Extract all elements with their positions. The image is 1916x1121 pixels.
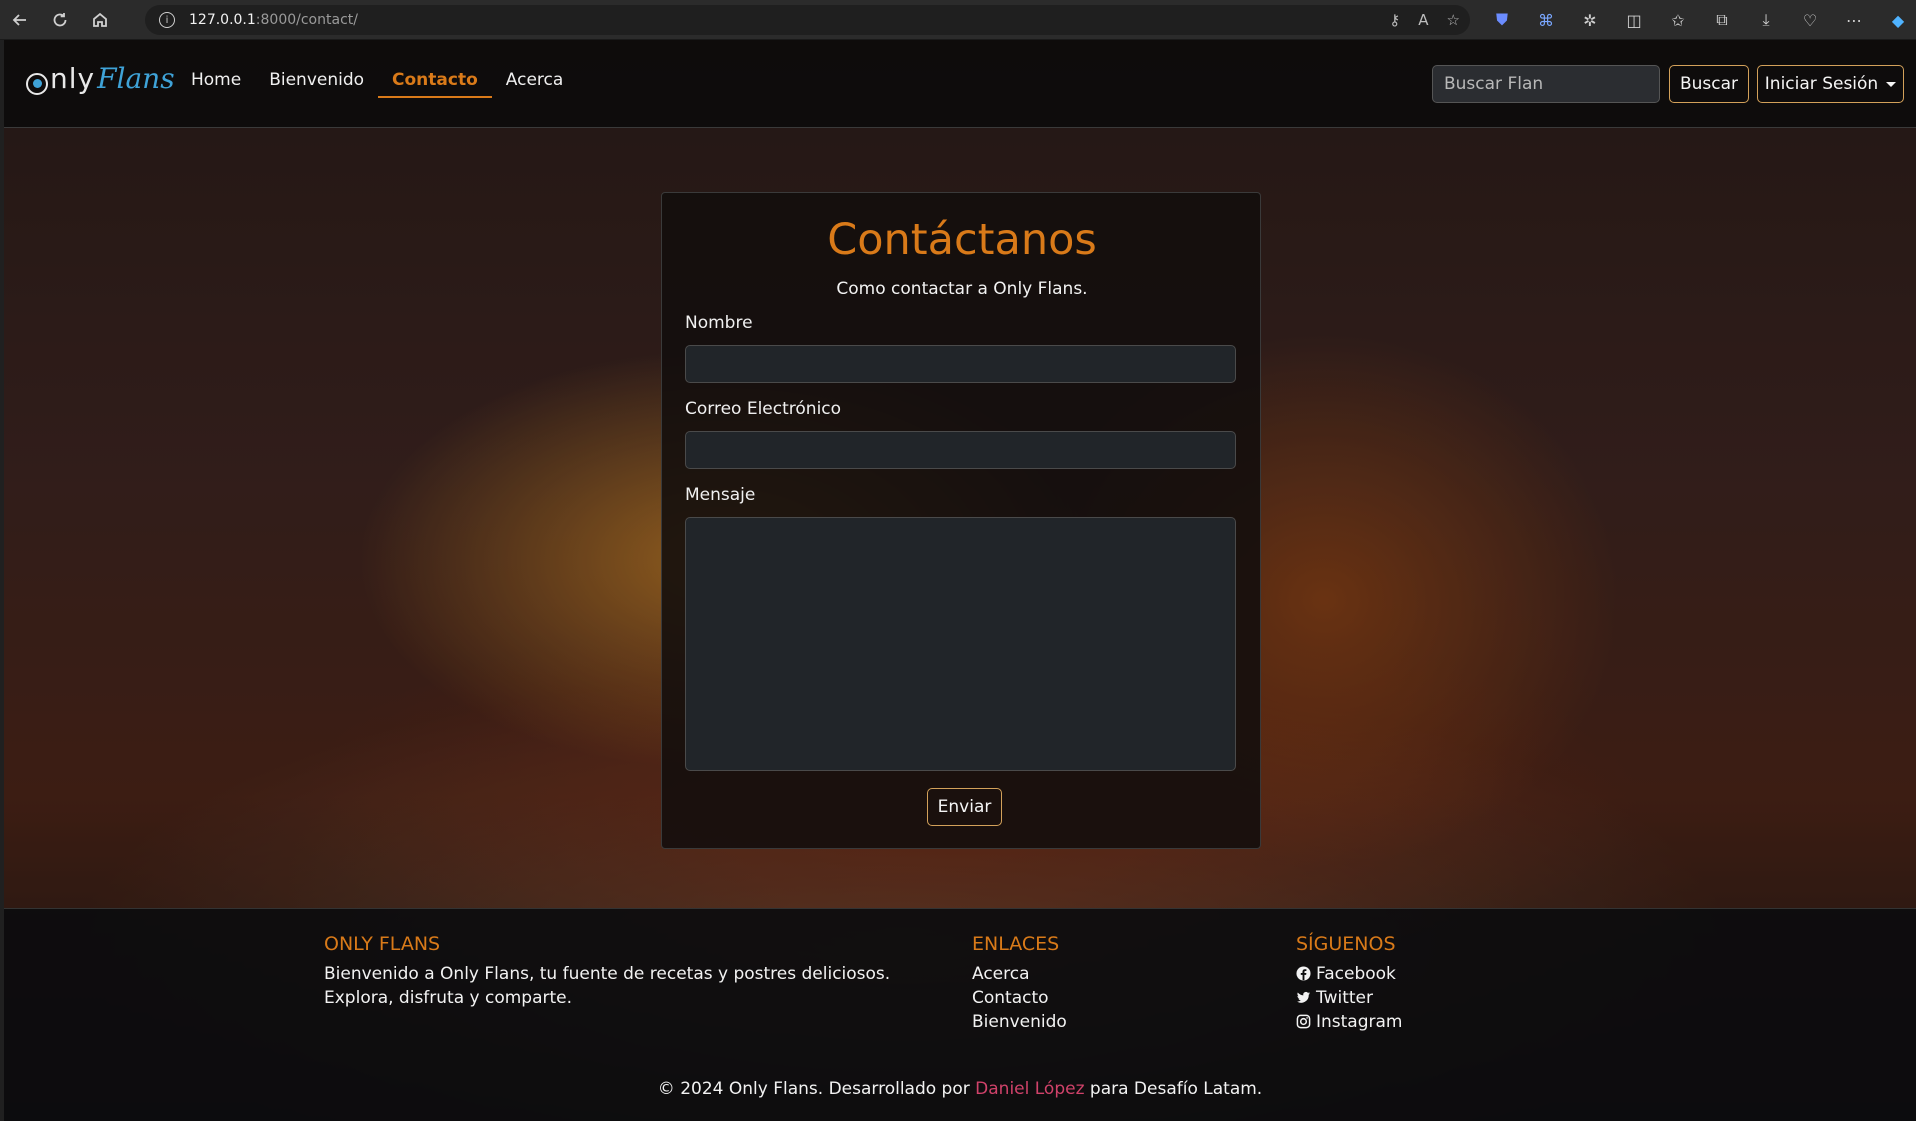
reload-button[interactable]: [40, 0, 80, 40]
split-screen-icon[interactable]: ◫: [1612, 0, 1656, 40]
site-footer: ONLY FLANS Bienvenido a Only Flans, tu f…: [4, 908, 1916, 1121]
favorites-icon[interactable]: ✩: [1656, 0, 1700, 40]
back-arrow-icon: [12, 13, 26, 26]
contact-card: Contáctanos Como contactar a Only Flans.…: [661, 192, 1261, 849]
site-logo[interactable]: nly Flans: [26, 62, 175, 95]
home-icon: [93, 12, 107, 27]
copyright-prefix: © 2024 Only Flans. Desarrollado por: [657, 1079, 976, 1099]
footer-social-twitter[interactable]: Twitter: [1296, 986, 1403, 1010]
read-aloud-icon[interactable]: A: [1418, 11, 1428, 29]
url-path: :8000/contact/: [255, 12, 358, 28]
nav-link-bienvenido[interactable]: Bienvenido: [255, 68, 378, 98]
logo-o-icon: [26, 72, 48, 95]
footer-link-contacto[interactable]: Contacto: [972, 986, 1067, 1010]
page-background: nly Flans Home Bienvenido Contacto Acerc…: [4, 40, 1916, 1121]
twitter-label: Twitter: [1316, 988, 1373, 1008]
shield-extension-icon[interactable]: ⛊: [1480, 0, 1524, 40]
nav-link-contacto[interactable]: Contacto: [378, 68, 492, 98]
extensions-icon[interactable]: ✲: [1568, 0, 1612, 40]
footer-brand-title: ONLY FLANS: [324, 933, 441, 955]
copilot-icon[interactable]: ◆: [1876, 0, 1916, 40]
footer-brand-column: ONLY FLANS Bienvenido a Only Flans, tu f…: [324, 933, 924, 1010]
instagram-icon: [1296, 1014, 1311, 1029]
nav-links: Home Bienvenido Contacto Acerca: [177, 68, 577, 98]
copyright-line: © 2024 Only Flans. Desarrollado por Dani…: [4, 1079, 1916, 1099]
translate-extension-icon[interactable]: ⌘: [1524, 0, 1568, 40]
author-link[interactable]: Daniel López: [975, 1079, 1084, 1099]
url-host: 127.0.0.1: [189, 12, 256, 28]
copyright-suffix: para Desafío Latam.: [1084, 1079, 1263, 1099]
logo-flans-text: Flans: [97, 62, 175, 95]
name-label: Nombre: [685, 313, 753, 333]
home-button[interactable]: [80, 0, 120, 40]
message-label: Mensaje: [685, 485, 756, 505]
login-dropdown-button[interactable]: Iniciar Sesión: [1757, 65, 1904, 103]
footer-links-column: ENLACES Acerca Contacto Bienvenido: [972, 933, 1067, 1034]
collections-icon[interactable]: ⧉: [1700, 0, 1744, 40]
facebook-label: Facebook: [1316, 964, 1396, 984]
nav-link-acerca[interactable]: Acerca: [492, 68, 578, 98]
login-button-label: Iniciar Sesión: [1764, 74, 1879, 94]
nav-link-home[interactable]: Home: [177, 68, 255, 98]
search-input[interactable]: [1432, 65, 1660, 103]
more-menu-icon[interactable]: ⋯: [1832, 0, 1876, 40]
reload-icon: [53, 12, 67, 26]
footer-social-title: SÍGUENOS: [1296, 933, 1396, 955]
footer-social-facebook[interactable]: Facebook: [1296, 962, 1403, 986]
footer-social-column: SÍGUENOS Facebook Twitter Instagram: [1296, 933, 1403, 1034]
search-button[interactable]: Buscar: [1669, 65, 1749, 103]
submit-button[interactable]: Enviar: [927, 788, 1002, 826]
footer-social-instagram[interactable]: Instagram: [1296, 1010, 1403, 1034]
footer-brand-text: Bienvenido a Only Flans, tu fuente de re…: [324, 964, 891, 1008]
key-icon[interactable]: ⚷: [1389, 11, 1400, 29]
site-info-icon[interactable]: i: [159, 12, 175, 28]
back-button[interactable]: [0, 0, 40, 40]
downloads-icon[interactable]: ⤓: [1744, 0, 1788, 40]
email-label: Correo Electrónico: [685, 399, 842, 419]
email-field[interactable]: [685, 431, 1236, 469]
performance-icon[interactable]: ♡: [1788, 0, 1832, 40]
message-textarea[interactable]: [685, 517, 1236, 771]
footer-link-bienvenido[interactable]: Bienvenido: [972, 1010, 1067, 1034]
name-field[interactable]: [685, 345, 1236, 383]
contact-subtitle: Como contactar a Only Flans.: [836, 279, 1088, 299]
site-navbar: nly Flans Home Bienvenido Contacto Acerc…: [4, 40, 1916, 128]
logo-only-text: nly: [50, 62, 96, 95]
footer-link-acerca[interactable]: Acerca: [972, 962, 1067, 986]
footer-links-title: ENLACES: [972, 933, 1060, 955]
instagram-label: Instagram: [1316, 1012, 1403, 1032]
browser-toolbar: i 127.0.0.1:8000/contact/ ⚷ A ☆ ⛊ ⌘ ✲ ◫ …: [0, 0, 1916, 40]
address-bar[interactable]: i 127.0.0.1:8000/contact/ ⚷ A ☆: [145, 5, 1470, 35]
facebook-icon: [1296, 966, 1311, 981]
caret-down-icon: [1886, 81, 1897, 87]
contact-title: Contáctanos: [827, 215, 1097, 265]
twitter-icon: [1296, 991, 1311, 1003]
favorite-star-icon[interactable]: ☆: [1447, 11, 1460, 29]
